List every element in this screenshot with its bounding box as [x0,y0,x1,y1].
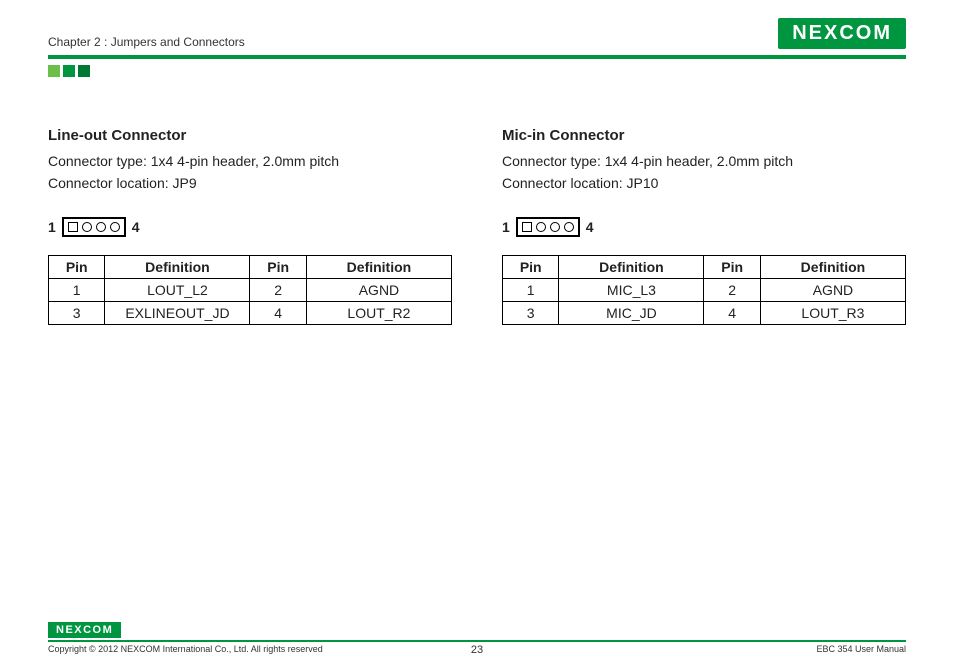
connector-type: Connector type: 1x4 4-pin header, 2.0mm … [48,150,452,172]
chapter-title: Chapter 2 : Jumpers and Connectors [48,35,245,49]
section-title: Mic-in Connector [502,127,906,144]
table-row: 3 MIC_JD 4 LOUT_R3 [503,301,906,324]
th-definition: Definition [559,255,704,278]
page-footer: NEXCOM Copyright © 2012 NEXCOM Internati… [48,620,906,654]
pin-table: Pin Definition Pin Definition 1 MIC_L3 2… [502,255,906,325]
th-definition: Definition [306,255,451,278]
th-pin: Pin [704,255,760,278]
cell-def: EXLINEOUT_JD [105,301,250,324]
cell-def: AGND [306,278,451,301]
pin-start-label: 1 [48,219,56,235]
cell-def: LOUT_L2 [105,278,250,301]
th-pin: Pin [49,255,105,278]
th-definition: Definition [760,255,905,278]
cell-pin: 3 [503,301,559,324]
th-pin: Pin [503,255,559,278]
connector-location: Connector location: JP10 [502,172,906,194]
table-header-row: Pin Definition Pin Definition [49,255,452,278]
cell-def: MIC_L3 [559,278,704,301]
cell-def: MIC_JD [559,301,704,324]
pin-end-label: 4 [586,219,594,235]
cell-def: LOUT_R3 [760,301,905,324]
brand-logo: NEXCOM [778,18,906,49]
footer-rule [48,640,906,642]
cell-pin: 1 [503,278,559,301]
th-definition: Definition [105,255,250,278]
pin-diagram: 1 4 [502,217,906,237]
table-row: 1 MIC_L3 2 AGND [503,278,906,301]
connector-type: Connector type: 1x4 4-pin header, 2.0mm … [502,150,906,172]
table-row: 1 LOUT_L2 2 AGND [49,278,452,301]
header-rule [48,55,906,59]
logo-text: NEXCOM [792,22,892,45]
pin-end-label: 4 [132,219,140,235]
cell-pin: 2 [704,278,760,301]
th-pin: Pin [250,255,306,278]
connector-icon [62,217,126,237]
cell-pin: 3 [49,301,105,324]
pin-start-label: 1 [502,219,510,235]
cell-def: AGND [760,278,905,301]
footer-logo: NEXCOM [48,622,121,638]
page-number: 23 [48,644,906,656]
connector-icon [516,217,580,237]
section-title: Line-out Connector [48,127,452,144]
pin-diagram: 1 4 [48,217,452,237]
right-section: Mic-in Connector Connector type: 1x4 4-p… [502,127,906,325]
cell-pin: 2 [250,278,306,301]
cell-def: LOUT_R2 [306,301,451,324]
decorative-squares [48,65,906,77]
table-row: 3 EXLINEOUT_JD 4 LOUT_R2 [49,301,452,324]
pin-table: Pin Definition Pin Definition 1 LOUT_L2 … [48,255,452,325]
table-header-row: Pin Definition Pin Definition [503,255,906,278]
left-section: Line-out Connector Connector type: 1x4 4… [48,127,452,325]
connector-location: Connector location: JP9 [48,172,452,194]
cell-pin: 4 [704,301,760,324]
cell-pin: 4 [250,301,306,324]
cell-pin: 1 [49,278,105,301]
